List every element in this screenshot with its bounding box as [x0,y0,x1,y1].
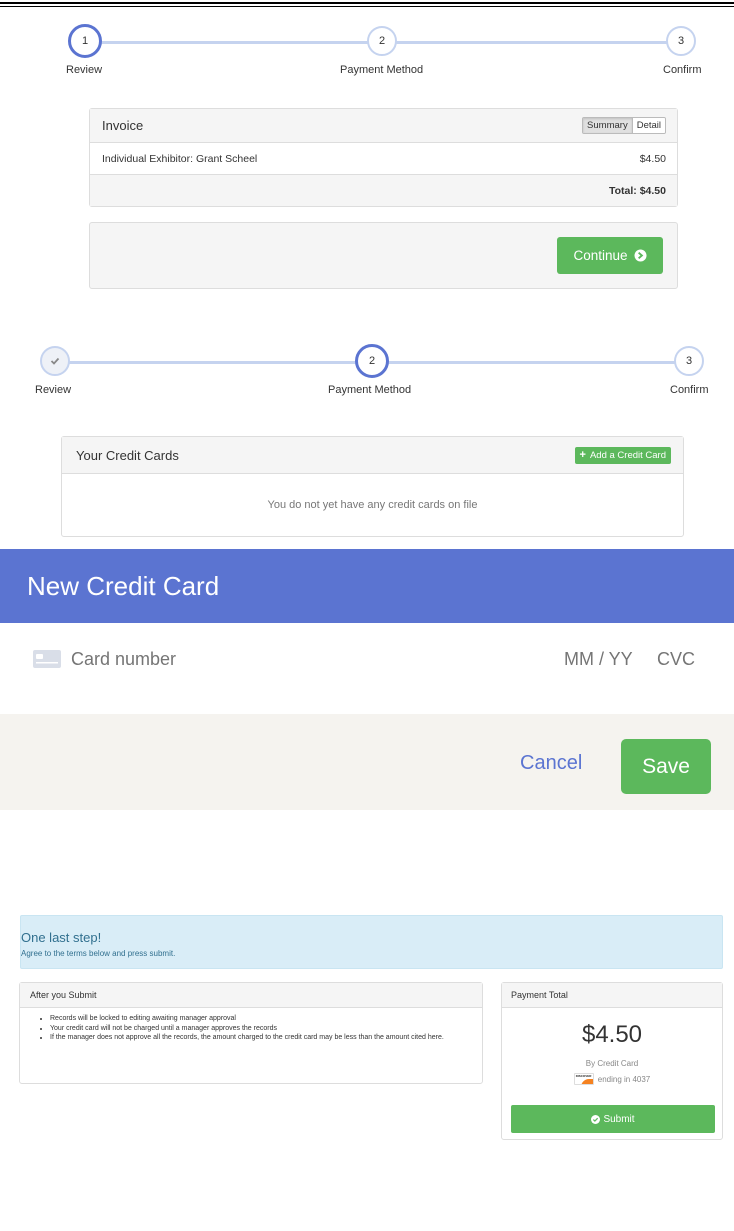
credit-cards-header: Your Credit Cards + Add a Credit Card [62,437,683,474]
card-number-input[interactable] [71,645,371,673]
invoice-total: Total: $4.50 [609,184,666,197]
detail-toggle[interactable]: Detail [632,118,665,133]
step-circle-3: 3 [674,346,704,376]
alert-text: Agree to the terms below and press submi… [21,949,176,958]
step-circle-1-done [40,346,70,376]
step-circle-2: 2 [367,26,397,56]
payment-method: By Credit Card [585,1059,639,1068]
save-button[interactable]: Save [621,739,711,794]
top-rule-thin [0,6,734,7]
invoice-header: Invoice Summary Detail [90,109,677,143]
info-alert: One last step! Agree to the terms below … [20,915,723,969]
step-circle-3: 3 [666,26,696,56]
card-ending: ending in 4037 [597,1074,651,1084]
check-circle-icon [591,1114,601,1124]
invoice-line-item: Individual Exhibitor: Grant Scheel $4.50 [90,143,677,175]
invoice-panel: Invoice Summary Detail Individual Exhibi… [89,108,678,207]
add-credit-card-button[interactable]: + Add a Credit Card [574,446,671,464]
continue-label: Continue [573,248,628,263]
card-summary: DISCOVER ending in 4037 [502,1073,722,1085]
submit-label: Submit [603,1113,635,1125]
add-credit-card-label: Add a Credit Card [589,449,666,461]
cvc-input[interactable] [657,645,707,673]
credit-cards-title: Your Credit Cards [76,447,179,463]
after-submit-header: After you Submit [20,983,482,1008]
continue-panel: Continue [89,222,678,289]
arrow-circle-right-icon [633,249,647,262]
step-label-payment: Payment Method [328,384,412,396]
card-input-row [0,623,734,715]
credit-cards-empty: You do not yet have any credit cards on … [267,499,478,511]
step-label-confirm: Confirm [663,64,702,76]
discover-card-brand: DISCOVER [575,1074,592,1078]
step-circle-2: 2 [355,344,389,378]
top-rule [0,2,734,4]
step-label-review: Review [66,64,103,76]
step-label-payment: Payment Method [340,64,424,76]
payment-total-header: Payment Total [502,983,722,1008]
payment-total-title: Payment Total [511,990,568,1000]
new-card-footer: Cancel Save [0,714,734,810]
cancel-button[interactable]: Cancel [520,752,582,775]
credit-card-icon [33,650,61,668]
list-item: Records will be locked to editing awaiti… [50,1014,470,1024]
step-circle-1: 1 [68,24,102,58]
step-label-confirm: Confirm [670,384,709,396]
save-label: Save [642,754,690,778]
submit-button[interactable]: Submit [511,1105,715,1133]
summary-toggle[interactable]: Summary [583,118,633,133]
invoice-item-name: Individual Exhibitor: Grant Scheel [102,152,258,165]
continue-button[interactable]: Continue [557,237,663,274]
alert-title: One last step! [21,930,102,945]
step-label-review: Review [35,384,72,396]
expiry-input[interactable] [564,645,654,673]
credit-cards-panel: Your Credit Cards + Add a Credit Card Yo… [61,436,684,537]
after-submit-panel: After you Submit Records will be locked … [19,982,483,1084]
invoice-item-amount: $4.50 [639,152,666,165]
invoice-total-row: Total: $4.50 [90,175,677,206]
after-submit-title: After you Submit [30,990,97,1000]
check-icon [50,357,60,365]
plus-icon: + [579,449,586,461]
after-submit-list: Records will be locked to editing awaiti… [20,1008,482,1043]
list-item: Your credit card will not be charged unt… [50,1024,470,1034]
invoice-view-toggle: Summary Detail [582,117,666,134]
list-item: If the manager does not approve all the … [50,1033,470,1043]
stepper-review: 1 2 3 Review Payment Method Confirm [64,24,714,86]
discover-card-icon: DISCOVER [573,1073,594,1085]
payment-total-panel: Payment Total $4.50 By Credit Card DISCO… [501,982,723,1140]
new-credit-card-header: New Credit Card [0,549,734,623]
payment-amount: $4.50 [581,1021,643,1048]
new-credit-card-title: New Credit Card [27,571,220,601]
stepper-payment: 2 3 Review Payment Method Confirm [35,344,725,406]
invoice-title: Invoice [102,118,144,133]
